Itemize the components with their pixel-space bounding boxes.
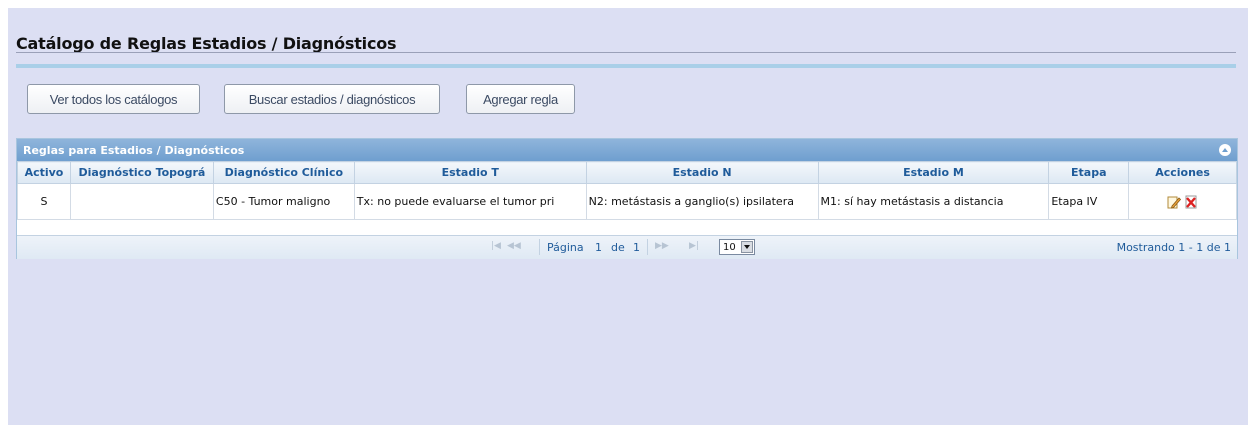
cell-etapa: Etapa IV xyxy=(1048,183,1130,220)
col-header-acciones: Acciones xyxy=(1128,161,1237,184)
col-header-etapa[interactable]: Etapa xyxy=(1048,161,1130,184)
dropdown-arrow-icon xyxy=(741,241,753,253)
of-label: de xyxy=(611,241,625,254)
rules-table: Activo Diagnóstico Topográ Diagnóstico C… xyxy=(17,161,1237,220)
title-divider xyxy=(16,52,1236,53)
grid-pager: |◀ ◀◀ Página 1 de 1 ▶▶ ▶| 10 Mostrando 1… xyxy=(17,235,1237,259)
next-page-icon[interactable]: ▶▶ xyxy=(655,241,669,251)
delete-icon[interactable] xyxy=(1184,195,1198,209)
search-stages-button[interactable]: Buscar estadios / diagnósticos xyxy=(224,84,440,114)
view-all-catalogs-button[interactable]: Ver todos los catálogos xyxy=(27,84,200,114)
col-header-diagnostico-topografico[interactable]: Diagnóstico Topográ xyxy=(69,161,214,184)
col-header-estadio-m[interactable]: Estadio M xyxy=(817,161,1050,184)
first-page-icon[interactable]: |◀ xyxy=(491,241,501,251)
cell-activo: S xyxy=(17,183,71,220)
cell-acciones xyxy=(1128,183,1237,220)
cell-diagnostico-topografico xyxy=(69,183,214,220)
col-header-estadio-t[interactable]: Estadio T xyxy=(353,161,587,184)
cell-estadio-n: N2: metástasis a ganglio(s) ipsilatera xyxy=(585,183,819,220)
records-info: Mostrando 1 - 1 de 1 xyxy=(1116,241,1231,254)
rows-per-page-select[interactable]: 10 xyxy=(719,239,755,255)
cell-estadio-m: M1: sí hay metástasis a distancia xyxy=(817,183,1050,220)
col-header-diagnostico-clinico[interactable]: Diagnóstico Clínico xyxy=(212,161,355,184)
col-header-estadio-n[interactable]: Estadio N xyxy=(585,161,819,184)
rules-grid: Reglas para Estadios / Diagnósticos Acti… xyxy=(16,138,1238,259)
pager-separator xyxy=(539,239,540,255)
add-rule-button[interactable]: Agregar regla xyxy=(466,84,575,114)
rows-per-page-value: 10 xyxy=(723,241,736,253)
total-pages: 1 xyxy=(633,241,640,254)
pager-separator xyxy=(647,239,648,255)
table-header-row: Activo Diagnóstico Topográ Diagnóstico C… xyxy=(17,161,1237,184)
collapse-grid-icon[interactable] xyxy=(1219,144,1231,156)
last-page-icon[interactable]: ▶| xyxy=(689,241,699,251)
table-row[interactable]: S C50 - Tumor maligno Tx: no puede evalu… xyxy=(17,183,1237,220)
col-header-activo[interactable]: Activo xyxy=(17,161,71,184)
grid-caption-title: Reglas para Estadios / Diagnósticos xyxy=(23,143,245,157)
cell-estadio-t: Tx: no puede evaluarse el tumor pri xyxy=(353,183,587,220)
accent-bar xyxy=(16,64,1236,68)
prev-page-icon[interactable]: ◀◀ xyxy=(507,241,521,251)
page-title: Catálogo de Reglas Estadios / Diagnóstic… xyxy=(16,34,397,53)
page-label: Página xyxy=(547,241,584,254)
current-page-input[interactable]: 1 xyxy=(595,241,602,254)
edit-icon[interactable] xyxy=(1167,195,1181,209)
grid-caption: Reglas para Estadios / Diagnósticos xyxy=(17,139,1237,161)
cell-diagnostico-clinico: C50 - Tumor maligno xyxy=(212,183,355,220)
